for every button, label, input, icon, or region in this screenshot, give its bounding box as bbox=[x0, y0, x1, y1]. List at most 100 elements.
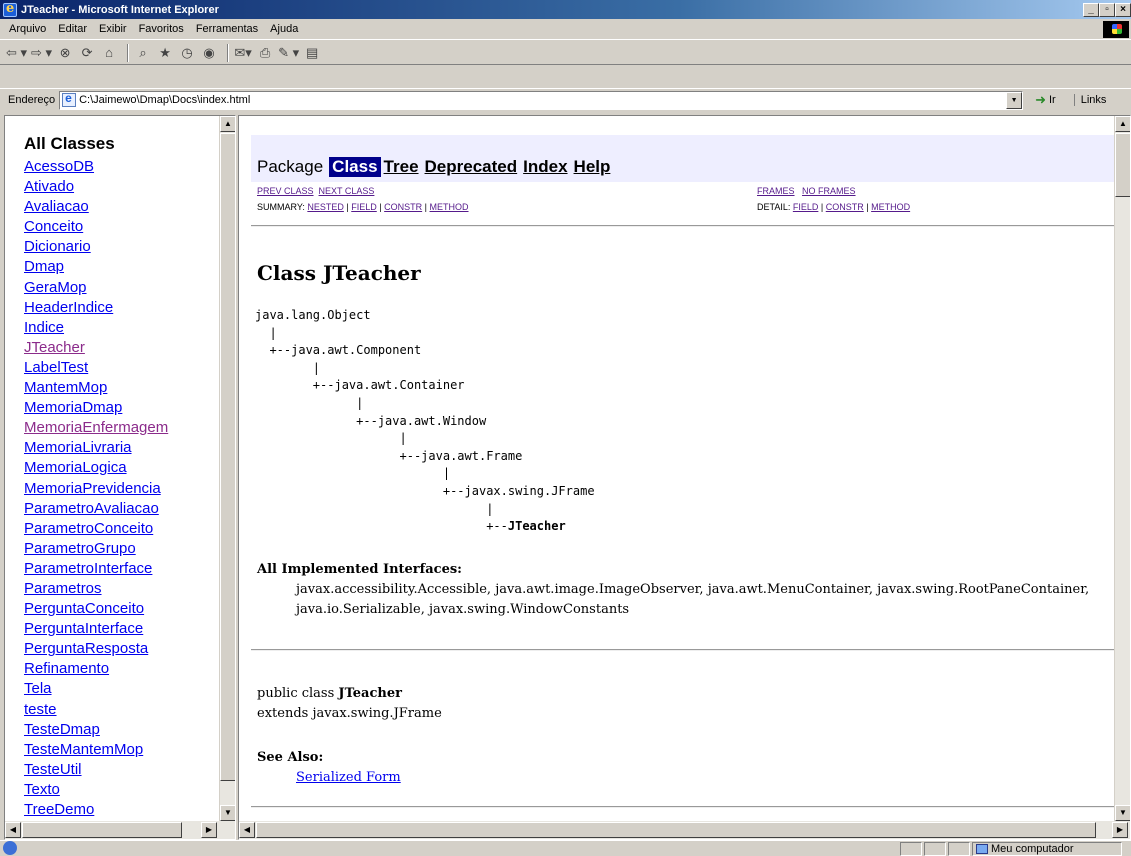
summary-field-link[interactable]: FIELD bbox=[351, 202, 377, 212]
refresh-icon[interactable]: ⟳ bbox=[78, 44, 96, 62]
scroll-down-icon[interactable]: ▼ bbox=[220, 805, 235, 821]
class-link[interactable]: LabelTest bbox=[24, 358, 219, 378]
scroll-up-icon[interactable]: ▲ bbox=[1115, 116, 1130, 132]
address-value[interactable]: C:\Jaimewo\Dmap\Docs\index.html bbox=[79, 94, 250, 106]
close-button[interactable]: × bbox=[1115, 2, 1131, 17]
scroll-up-icon[interactable]: ▲ bbox=[220, 116, 235, 132]
class-link[interactable]: MemoriaLivraria bbox=[24, 438, 219, 458]
maximize-button[interactable]: ▫ bbox=[1099, 2, 1115, 17]
media-icon[interactable]: ◉ bbox=[200, 44, 218, 62]
left-vertical-scrollbar[interactable]: ▲ ▼ bbox=[219, 116, 235, 821]
menu-exibir[interactable]: Exibir bbox=[93, 23, 133, 35]
links-button[interactable]: Links bbox=[1073, 94, 1106, 106]
class-link[interactable]: MemoriaPrevidencia bbox=[24, 479, 219, 499]
h-scroll-thumb[interactable] bbox=[256, 822, 1096, 838]
class-link[interactable]: HeaderIndice bbox=[24, 298, 219, 318]
class-link[interactable]: Refinamento bbox=[24, 659, 219, 679]
history-icon[interactable]: ◷ bbox=[178, 44, 196, 62]
home-icon[interactable]: ⌂ bbox=[100, 44, 118, 62]
class-link[interactable]: ParametroConceito bbox=[24, 519, 219, 539]
minimize-button[interactable]: _ bbox=[1083, 2, 1099, 17]
class-link[interactable]: PerguntaConceito bbox=[24, 599, 219, 619]
class-link[interactable]: ParametroAvaliacao bbox=[24, 499, 219, 519]
scroll-left-icon[interactable]: ◀ bbox=[5, 822, 21, 838]
class-link[interactable]: TesteUtil bbox=[24, 760, 219, 780]
scroll-left-icon[interactable]: ◀ bbox=[239, 822, 255, 838]
nav-deprecated[interactable]: Deprecated bbox=[425, 157, 518, 177]
class-link[interactable]: TesteMantemMop bbox=[24, 740, 219, 760]
class-link[interactable]: Indice bbox=[24, 318, 219, 338]
serialized-form-link[interactable]: Serialized Form bbox=[296, 770, 401, 785]
class-link[interactable]: PerguntaInterface bbox=[24, 619, 219, 639]
class-link[interactable]: teste bbox=[24, 700, 219, 720]
class-link[interactable]: Parametros bbox=[24, 579, 219, 599]
menu-ferramentas[interactable]: Ferramentas bbox=[190, 23, 264, 35]
class-link[interactable]: Tela bbox=[24, 679, 219, 699]
favorites-icon[interactable]: ★ bbox=[156, 44, 174, 62]
nav-index[interactable]: Index bbox=[523, 157, 567, 177]
go-button[interactable]: ➜ Ir bbox=[1035, 92, 1056, 108]
prev-next-nav: PREV CLASS NEXT CLASS bbox=[257, 186, 374, 196]
class-link[interactable]: Ativado bbox=[24, 177, 219, 197]
class-link[interactable]: GeraMop bbox=[24, 278, 219, 298]
edit-icon[interactable]: ✎ ▾ bbox=[278, 44, 299, 62]
address-dropdown-icon[interactable]: ▼ bbox=[1006, 91, 1023, 109]
mail-icon[interactable]: ✉▾ bbox=[234, 44, 252, 62]
detail-method-link[interactable]: METHOD bbox=[871, 202, 910, 212]
scroll-right-icon[interactable]: ▶ bbox=[201, 822, 217, 838]
menu-editar[interactable]: Editar bbox=[52, 23, 93, 35]
address-input[interactable]: C:\Jaimewo\Dmap\Docs\index.html ▼ bbox=[59, 90, 1024, 110]
scroll-thumb[interactable] bbox=[220, 133, 235, 781]
menu-favoritos[interactable]: Favoritos bbox=[133, 23, 190, 35]
my-computer-icon bbox=[976, 844, 988, 854]
class-link[interactable]: TreeDemo bbox=[24, 800, 219, 820]
class-link[interactable]: Texto bbox=[24, 780, 219, 800]
h-scroll-thumb[interactable] bbox=[22, 822, 182, 838]
discuss-icon[interactable]: ▤ bbox=[303, 44, 321, 62]
scroll-down-icon[interactable]: ▼ bbox=[1115, 805, 1130, 821]
right-horizontal-scrollbar[interactable]: ◀ ▶ bbox=[239, 821, 1130, 839]
right-vertical-scrollbar[interactable]: ▲ ▼ bbox=[1114, 116, 1130, 821]
class-link[interactable]: PerguntaResposta bbox=[24, 639, 219, 659]
next-class-link[interactable]: NEXT CLASS bbox=[319, 186, 375, 196]
search-icon[interactable]: ⌕ bbox=[134, 44, 152, 62]
forward-icon[interactable]: ⇨ ▾ bbox=[31, 44, 52, 62]
status-cell bbox=[924, 842, 946, 856]
summary-nested-link[interactable]: NESTED bbox=[307, 202, 344, 212]
inheritance-leaf-prefix: +-- bbox=[255, 519, 508, 534]
class-link[interactable]: MemoriaEnfermagem bbox=[24, 418, 219, 438]
print-icon[interactable]: ⎙ bbox=[256, 44, 274, 62]
class-link[interactable]: TesteDmap bbox=[24, 720, 219, 740]
class-link[interactable]: MantemMop bbox=[24, 378, 219, 398]
detail-constr-link[interactable]: CONSTR bbox=[826, 202, 864, 212]
detail-field-link[interactable]: FIELD bbox=[793, 202, 819, 212]
scroll-right-icon[interactable]: ▶ bbox=[1112, 822, 1128, 838]
no-frames-link[interactable]: NO FRAMES bbox=[802, 186, 856, 196]
scroll-thumb[interactable] bbox=[1115, 133, 1130, 197]
menu-ajuda[interactable]: Ajuda bbox=[264, 23, 304, 35]
back-icon[interactable]: ⇦ ▾ bbox=[6, 44, 27, 62]
left-horizontal-scrollbar[interactable]: ◀ ▶ bbox=[5, 821, 235, 839]
frames-link[interactable]: FRAMES bbox=[757, 186, 795, 196]
class-link[interactable]: Avaliacao bbox=[24, 197, 219, 217]
browser-window: JTeacher - Microsoft Internet Explorer _… bbox=[0, 0, 1131, 856]
class-link[interactable]: ParametroInterface bbox=[24, 559, 219, 579]
nav-package: Package bbox=[257, 157, 324, 176]
class-link[interactable]: MemoriaLogica bbox=[24, 458, 219, 478]
nav-tree[interactable]: Tree bbox=[384, 157, 419, 177]
class-link[interactable]: Dicionario bbox=[24, 237, 219, 257]
menu-arquivo[interactable]: Arquivo bbox=[0, 23, 52, 35]
class-link[interactable]: Dmap bbox=[24, 257, 219, 277]
nav-help[interactable]: Help bbox=[574, 157, 611, 177]
prev-class-link[interactable]: PREV CLASS bbox=[257, 186, 314, 196]
class-doc-frame: Package Class Tree Deprecated Index Help… bbox=[238, 115, 1131, 840]
class-link[interactable]: ParametroGrupo bbox=[24, 539, 219, 559]
stop-icon[interactable]: ⊗ bbox=[56, 44, 74, 62]
summary-method-link[interactable]: METHOD bbox=[430, 202, 469, 212]
class-link[interactable]: JTeacher bbox=[24, 338, 219, 358]
class-link[interactable]: AcessoDB bbox=[24, 157, 219, 177]
security-zone: Meu computador bbox=[972, 842, 1122, 856]
summary-constr-link[interactable]: CONSTR bbox=[384, 202, 422, 212]
class-link[interactable]: MemoriaDmap bbox=[24, 398, 219, 418]
class-link[interactable]: Conceito bbox=[24, 217, 219, 237]
